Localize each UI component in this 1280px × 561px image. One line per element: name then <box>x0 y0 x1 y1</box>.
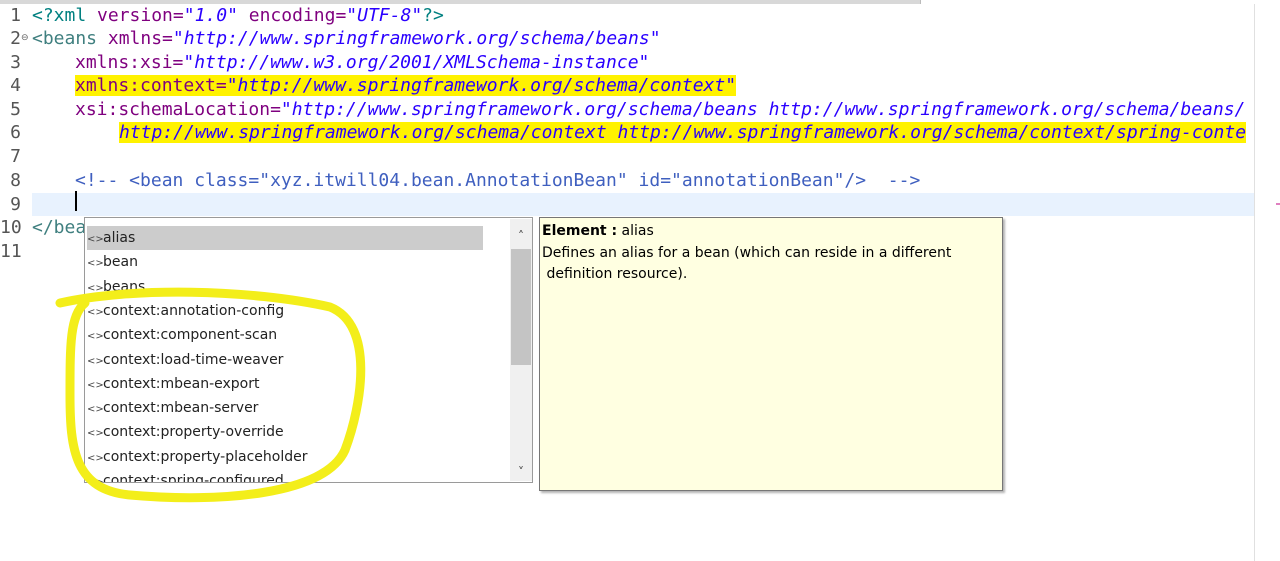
line-number: 4 <box>10 75 21 96</box>
overview-marker[interactable] <box>1276 203 1280 205</box>
completion-item-label: context:load-time-weaver <box>103 351 284 368</box>
line-number: 6 <box>10 122 21 143</box>
line-number: 8 <box>10 170 21 191</box>
code-token: <?xml <box>32 5 98 26</box>
completion-item[interactable]: <>context:annotation-config <box>87 299 483 323</box>
chevron-up-icon[interactable]: ˄ <box>510 225 532 247</box>
xml-element-icon: <> <box>87 452 104 464</box>
info-label: Element : <box>542 223 618 239</box>
highlighted-text: http://www.springframework.org/schema/co… <box>119 122 1247 143</box>
code-token: "UTF-8" <box>346 5 423 26</box>
code-token: version= <box>97 5 184 26</box>
code-line-6: http://www.springframework.org/schema/co… <box>119 121 1247 144</box>
code-token: encoding= <box>237 5 347 26</box>
line-number: 3 <box>10 52 21 73</box>
completion-item-label: bean <box>103 254 138 271</box>
completion-item[interactable]: <>alias <box>87 226 483 250</box>
xml-element-icon: <> <box>87 282 104 294</box>
code-token: xmlns:context= <box>75 75 227 96</box>
code-token: "http://www.springframework.org/schema/b… <box>280 99 1246 120</box>
content-assist-popup[interactable]: <>alias <>bean <>beans <>context:annotation… <box>84 217 533 483</box>
xml-element-icon: <> <box>87 404 104 416</box>
xml-element-icon: <> <box>87 428 104 440</box>
line-number-gutter: 1 2 ⊖ 3 4 5 6 7 8 9 10 11 <box>0 4 30 561</box>
code-line-4: xmlns:context="http://www.springframewor… <box>75 74 737 97</box>
completion-item[interactable]: <>context:property-override <box>87 420 483 444</box>
code-line-1: <?xml version="1.0" encoding="UTF-8"?> <box>32 4 444 27</box>
line-number: 10 <box>0 217 22 238</box>
xml-element-icon: <> <box>87 234 104 245</box>
line-number: 5 <box>10 99 21 120</box>
xml-comment: <!-- <bean class="xyz.itwill04.bean.Anno… <box>75 170 921 191</box>
completion-item[interactable]: <>context:mbean-export <box>87 372 483 396</box>
fold-toggle-icon[interactable]: ⊖ <box>21 33 29 43</box>
code-line-5: xsi:schemaLocation="http://www.springfra… <box>75 98 1245 121</box>
xml-element-icon: <> <box>87 355 104 367</box>
code-line-10: </bea <box>32 216 86 239</box>
line-number: 2 <box>10 28 21 49</box>
code-token: "http://www.w3.org/2001/XMLSchema-instan… <box>183 52 650 73</box>
completion-item-label: alias <box>103 230 136 246</box>
code-line-3: xmlns:xsi="http://www.w3.org/2001/XMLSch… <box>75 51 649 74</box>
completion-item-label: context:property-override <box>103 424 284 441</box>
line-number: 7 <box>10 146 21 167</box>
current-line-highlight <box>32 193 1254 216</box>
overview-ruler[interactable] <box>1255 4 1280 561</box>
completion-item-label: context:spring-configured <box>103 473 284 483</box>
completion-item[interactable]: <>bean <box>87 250 483 274</box>
code-token: "1.0" <box>183 5 238 26</box>
completion-item-label: context:mbean-server <box>103 400 259 417</box>
code-line-8: <!-- <bean class="xyz.itwill04.bean.Anno… <box>75 169 920 192</box>
code-token: <beans <box>32 28 108 49</box>
completion-scrollbar[interactable]: ˄ ˅ <box>510 219 532 481</box>
scrollbar-thumb[interactable] <box>511 249 531 365</box>
xml-element-icon: <> <box>87 331 104 343</box>
code-token: "http://www.springframework.org/schema/c… <box>226 75 737 96</box>
element-info-tooltip: Element : alias Defines an alias for a b… <box>539 217 1003 491</box>
code-token: xmlns= <box>107 28 173 49</box>
code-token: </bea <box>32 217 87 238</box>
completion-item-label: context:annotation-config <box>103 302 285 319</box>
code-token: "http://www.springframework.org/schema/b… <box>172 28 661 49</box>
text-cursor <box>75 191 77 211</box>
completion-item[interactable]: <>beans <box>87 275 483 299</box>
code-token: ?> <box>422 5 444 26</box>
code-token: xmlns:xsi= <box>75 52 184 73</box>
xml-element-icon: <> <box>87 477 104 483</box>
completion-item[interactable]: <>context:load-time-weaver <box>87 348 483 372</box>
code-token: xsi:schemaLocation= <box>75 99 281 120</box>
code-token: http://www.springframework.org/schema/co… <box>119 122 1247 143</box>
info-description: Defines an alias for a bean (which can r… <box>542 245 952 282</box>
completion-item-label: context:component-scan <box>103 327 278 344</box>
completion-item-label: context:mbean-export <box>103 375 260 392</box>
xml-element-icon: <> <box>87 258 104 270</box>
completion-item-label: beans <box>103 278 146 295</box>
line-number: 11 <box>0 241 22 262</box>
info-heading: Element : alias <box>542 222 654 240</box>
xml-element-icon: <> <box>87 379 104 391</box>
info-element-name: alias <box>621 223 654 239</box>
completion-item[interactable]: <>context:spring-configured <box>87 469 483 483</box>
completion-item[interactable]: <>context:property-placeholder <box>87 445 483 469</box>
code-line-2: <beans xmlns="http://www.springframework… <box>32 27 661 50</box>
line-number: 9 <box>10 194 21 215</box>
highlighted-text: xmlns:context="http://www.springframewor… <box>75 75 737 96</box>
completion-item[interactable]: <>context:mbean-server <box>87 396 483 420</box>
completion-item-label: context:property-placeholder <box>103 448 308 465</box>
xml-element-icon: <> <box>87 306 104 318</box>
completion-item[interactable]: <>context:component-scan <box>87 323 483 347</box>
chevron-down-icon[interactable]: ˅ <box>510 461 532 482</box>
line-number: 1 <box>10 5 21 26</box>
